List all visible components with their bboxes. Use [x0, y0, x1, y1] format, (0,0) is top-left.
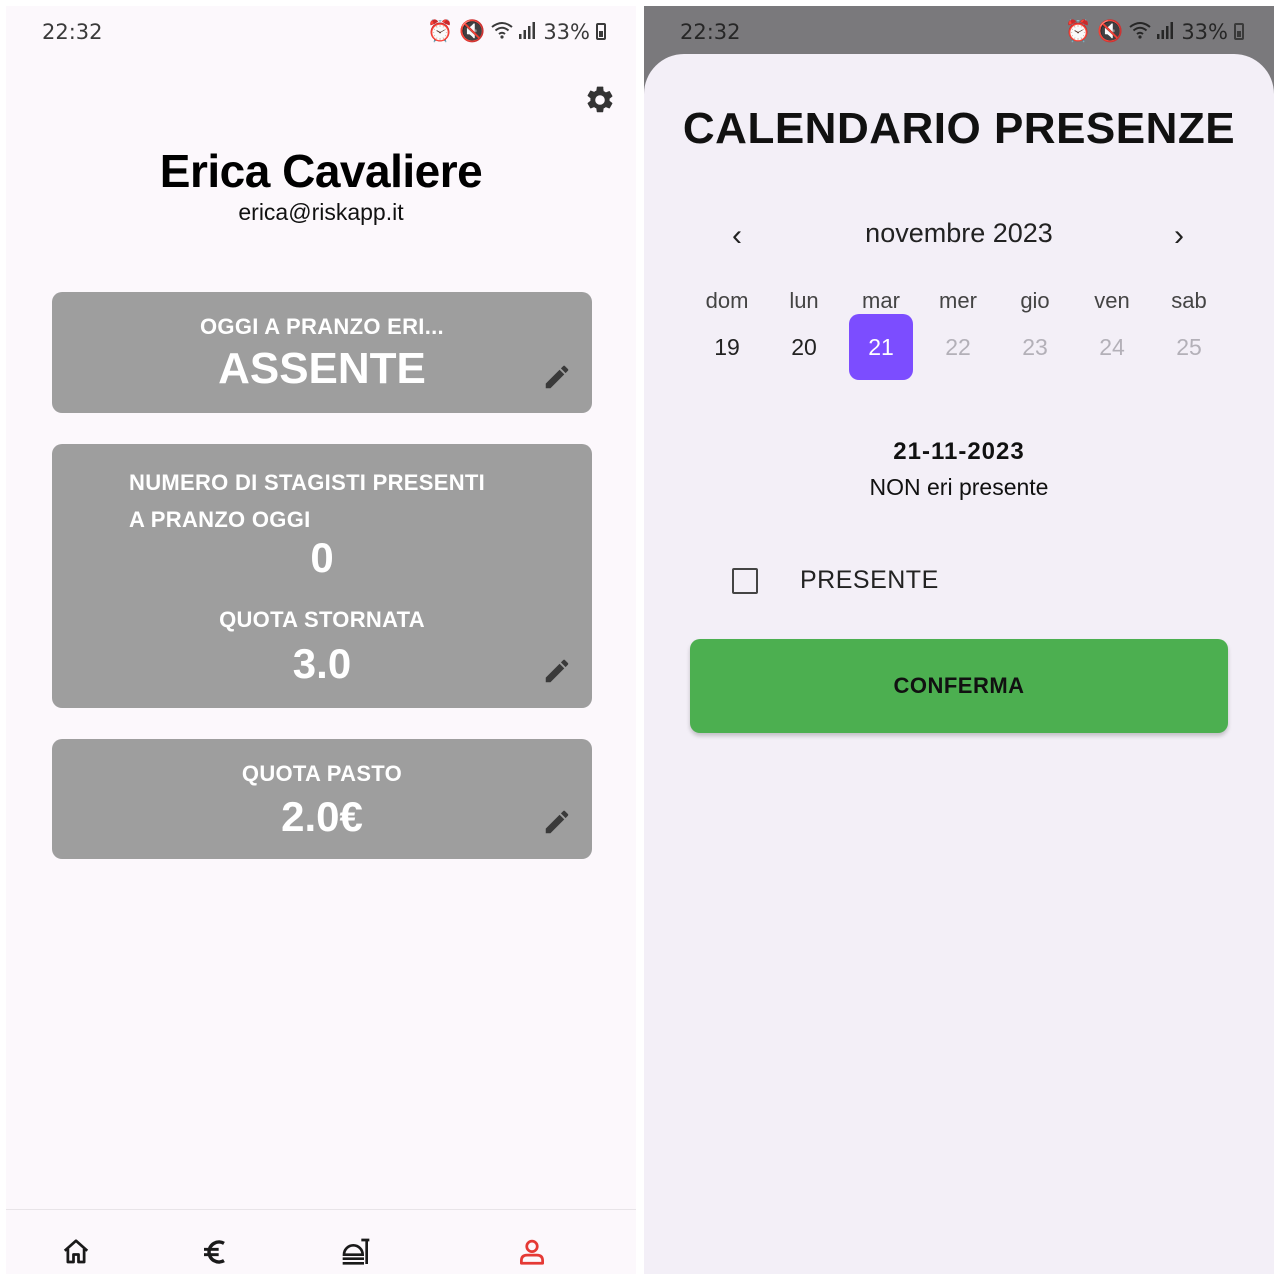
system-icons: ⏰ 🔇 33%: [427, 19, 606, 44]
next-month-chevron-right-icon[interactable]: ›: [1164, 216, 1194, 256]
attendance-status: NON eri presente: [869, 474, 1049, 500]
wifi-icon: [491, 20, 513, 44]
calendar-day: 23: [1022, 334, 1048, 360]
weekday-label: sab: [1171, 288, 1207, 313]
battery-percent: 33%: [543, 19, 590, 44]
interns-card: NUMERO DI STAGISTI PRESENTI A PRANZO OGG…: [52, 444, 592, 708]
battery-icon: [1234, 23, 1244, 40]
wifi-icon: [1129, 20, 1151, 44]
signal-icon: [519, 20, 536, 44]
interns-caption-line2: A PRANZO OGGI: [129, 507, 311, 532]
bottom-navigation: [6, 1209, 636, 1274]
meal-quota-card: QUOTA PASTO 2.0€: [52, 739, 592, 859]
battery-percent: 33%: [1181, 19, 1228, 44]
edit-meal-quota-pencil-icon[interactable]: [542, 807, 572, 837]
mute-icon: 🔇: [1097, 19, 1124, 43]
status-time: 22:32: [680, 20, 741, 44]
presente-label[interactable]: PRESENTE: [800, 566, 939, 595]
calendar-screen: 22:32 ⏰ 🔇 33% CALENDARIO PRESENZE ‹ nove…: [644, 6, 1274, 1274]
calendar-day: 25: [1176, 334, 1202, 360]
calendar-day-selected[interactable]: 21: [849, 314, 913, 380]
meal-quota-caption: QUOTA PASTO: [241, 761, 403, 786]
battery-icon: [596, 23, 606, 40]
weekday-label: dom: [705, 288, 749, 313]
alarm-icon: ⏰: [427, 19, 454, 43]
alarm-icon: ⏰: [1065, 19, 1092, 43]
edit-lunch-status-pencil-icon[interactable]: [542, 362, 572, 392]
lunch-status-card: OGGI A PRANZO ERI... ASSENTE: [52, 292, 592, 413]
edit-interns-pencil-icon[interactable]: [542, 656, 572, 686]
status-bar: 22:32 ⏰ 🔇 33%: [6, 6, 636, 56]
nav-person-icon[interactable]: [514, 1234, 550, 1270]
calendar-day: 22: [945, 334, 971, 360]
interns-count: 0: [310, 534, 334, 581]
nav-euro-icon[interactable]: [198, 1234, 234, 1270]
weekday-label: mer: [939, 288, 977, 313]
calendar-day: 24: [1099, 334, 1125, 360]
lunch-status-caption: OGGI A PRANZO ERI...: [200, 314, 444, 339]
interns-caption: NUMERO DI STAGISTI PRESENTI A PRANZO OGG…: [129, 464, 549, 538]
selected-date: 21-11-2023: [893, 438, 1025, 465]
quota-caption: QUOTA STORNATA: [219, 607, 425, 632]
calendar-day[interactable]: 19: [695, 314, 759, 380]
quota-value: 3.0: [292, 640, 352, 687]
status-time: 22:32: [42, 20, 103, 44]
interns-caption-line1: NUMERO DI STAGISTI PRESENTI: [129, 470, 486, 495]
calendar-day[interactable]: 20: [772, 314, 836, 380]
meal-quota-value: 2.0€: [281, 793, 363, 840]
weekday-label: ven: [1094, 288, 1130, 313]
confirm-button[interactable]: CONFERMA: [690, 639, 1228, 733]
calendar-title: CALENDARIO PRESENZE: [682, 104, 1236, 153]
system-icons: ⏰ 🔇 33%: [1065, 19, 1244, 44]
user-email: erica@riskapp.it: [238, 199, 404, 225]
lunch-status-value: ASSENTE: [218, 344, 426, 393]
nav-home-icon[interactable]: [58, 1234, 94, 1270]
weekday-label: mar: [862, 288, 900, 313]
settings-gear-icon[interactable]: [584, 84, 616, 116]
signal-icon: [1157, 20, 1174, 44]
weekday-label: lun: [789, 288, 819, 313]
presente-checkbox[interactable]: [732, 568, 758, 594]
status-bar: 22:32 ⏰ 🔇 33%: [644, 6, 1274, 56]
nav-food-tray-icon[interactable]: [338, 1234, 374, 1270]
profile-screen: 22:32 ⏰ 🔇 33% Erica Cavaliere erica@risk…: [6, 6, 636, 1274]
mute-icon: 🔇: [459, 19, 486, 43]
user-name: Erica Cavaliere: [159, 145, 483, 197]
weekday-label: gio: [1020, 288, 1050, 313]
